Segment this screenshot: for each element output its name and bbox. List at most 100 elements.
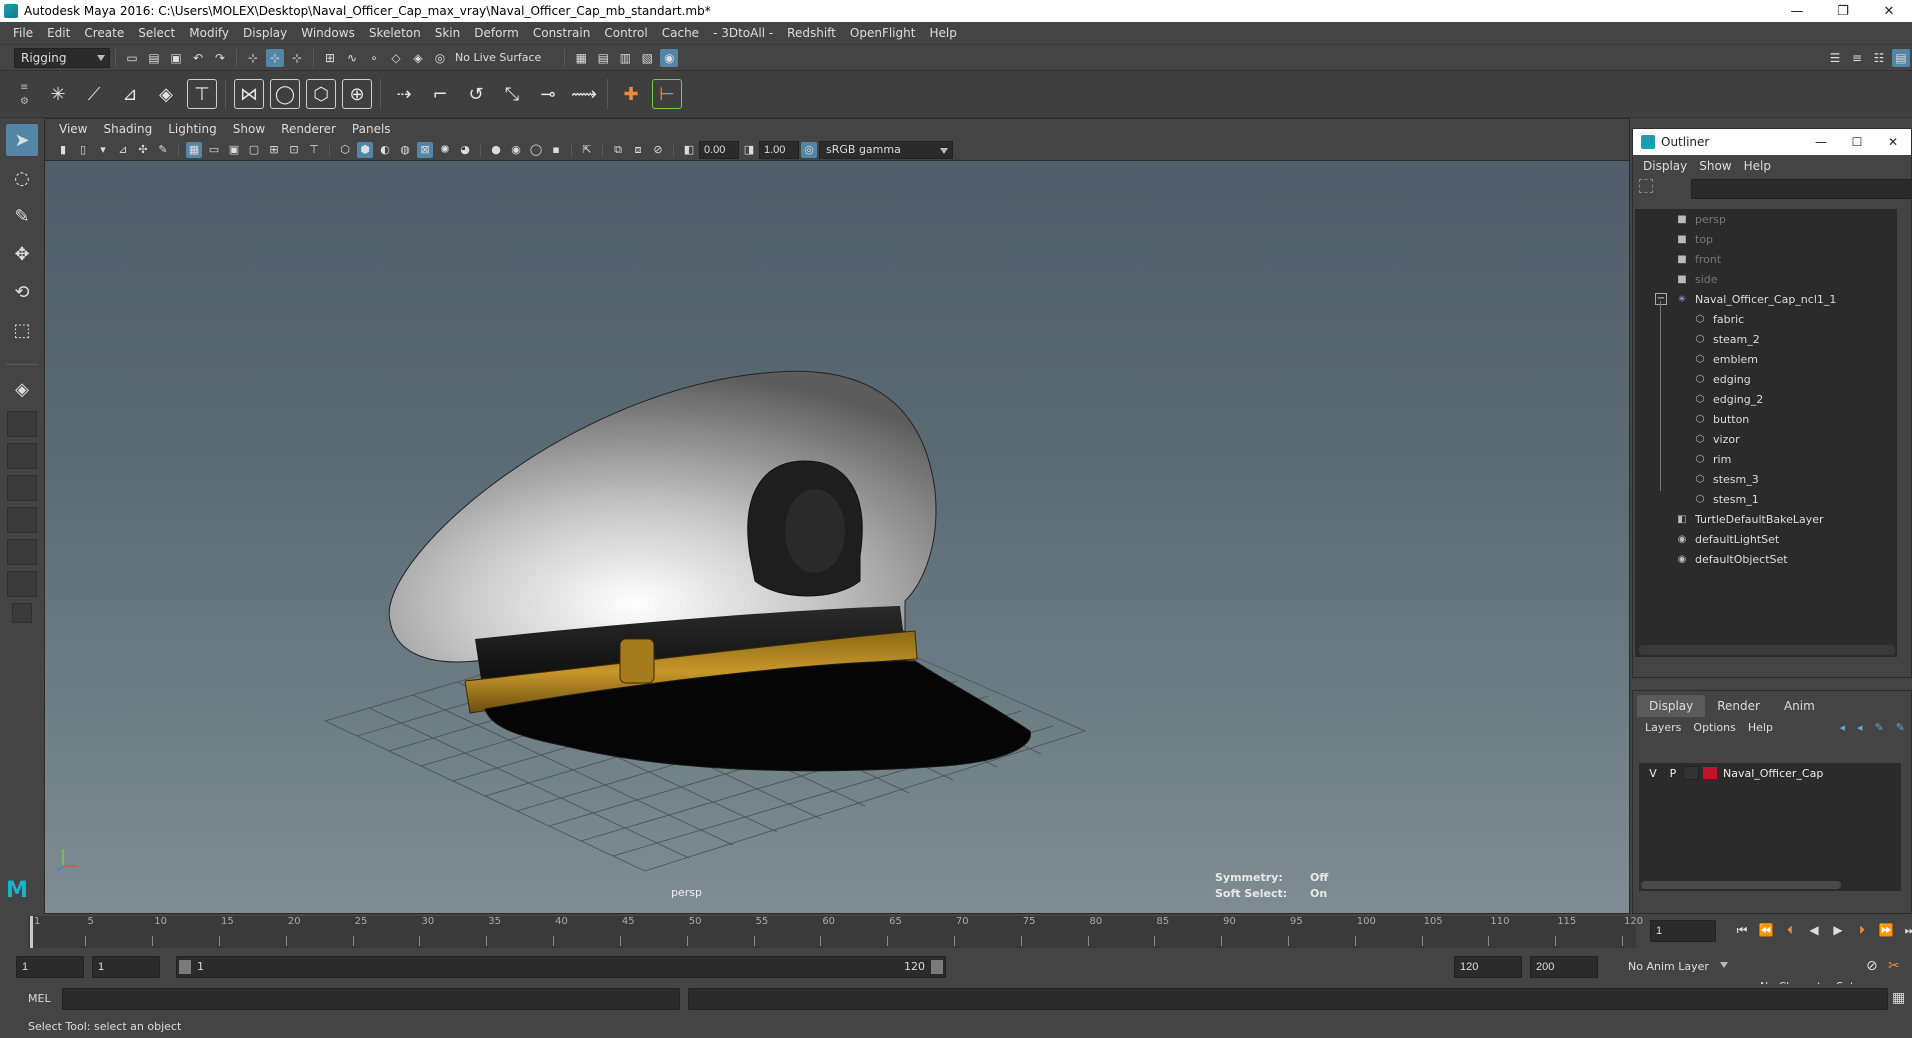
move-layer-down-icon[interactable]: ◂: [1851, 721, 1869, 734]
ipr-render-icon[interactable]: ▥: [616, 49, 634, 67]
point-constraint-icon[interactable]: ⌐: [425, 79, 455, 109]
orient-constraint-icon[interactable]: ↺: [461, 79, 491, 109]
outliner-item-edging[interactable]: ⬡ edging: [1635, 369, 1897, 389]
bind-skin-icon[interactable]: ⋈: [234, 79, 264, 109]
use-all-lights-icon[interactable]: ⊠: [417, 141, 433, 158]
interactive-bind-icon[interactable]: ⬡: [306, 79, 336, 109]
gate-mask-icon[interactable]: ▢: [246, 142, 262, 158]
cluster-icon[interactable]: ⊤: [187, 79, 217, 109]
image-plane-icon[interactable]: ⊿: [115, 142, 131, 158]
go-to-start-icon[interactable]: ⏮: [1732, 920, 1752, 940]
isolate-select-icon[interactable]: ▪: [548, 142, 564, 158]
outliner-item-rim[interactable]: ⬡ rim: [1635, 449, 1897, 469]
shadows-icon[interactable]: ✺: [437, 142, 453, 158]
select-tool-icon[interactable]: ➤: [6, 124, 38, 156]
snap-point-icon[interactable]: ∘: [365, 49, 383, 67]
parent-constraint-icon[interactable]: ⇢: [389, 79, 419, 109]
smooth-shade-icon[interactable]: ⬢: [357, 141, 373, 158]
collapse-icon[interactable]: −: [1655, 293, 1667, 305]
persp-outliner-layout-icon[interactable]: [7, 443, 37, 469]
shelf-options-icon[interactable]: ≡ ⚙: [20, 81, 32, 109]
menu-skin[interactable]: Skin: [428, 26, 468, 40]
menu-cache[interactable]: Cache: [655, 26, 706, 40]
go-to-end-icon[interactable]: ⏭: [1900, 920, 1912, 940]
outliner-item-default-light-set[interactable]: ◉ defaultLightSet: [1635, 529, 1897, 549]
auto-key-icon[interactable]: ⊘: [1866, 958, 1878, 974]
vp-menu-renderer[interactable]: Renderer: [273, 122, 344, 136]
graph-editor-layout-icon[interactable]: [7, 539, 37, 565]
snap-curve-icon[interactable]: ∿: [343, 49, 361, 67]
menu-display[interactable]: Display: [236, 26, 294, 40]
aim-constraint-icon[interactable]: ⊸: [533, 79, 563, 109]
four-view-layout-icon[interactable]: [7, 411, 37, 437]
grid-icon[interactable]: ▦: [186, 141, 202, 158]
ik-handle-icon[interactable]: ⟋: [79, 79, 109, 109]
outliner-menu-show[interactable]: Show: [1693, 159, 1737, 173]
time-ruler[interactable]: 1 5 10 15 20 25 30 35 40 45 50 55 60 65 70 75 80 85 90 95 10…: [28, 916, 1643, 948]
script-editor-icon[interactable]: ▦: [1892, 990, 1905, 1006]
gamma-icon[interactable]: ◨: [741, 142, 757, 158]
menu-constrain[interactable]: Constrain: [526, 26, 598, 40]
persp-graph-layout-icon[interactable]: [7, 475, 37, 501]
depth-of-field-icon[interactable]: ◯: [528, 142, 544, 158]
select-object-icon[interactable]: ⊹: [266, 48, 284, 67]
new-layer-icon[interactable]: ✎: [1869, 721, 1890, 734]
vp-menu-shading[interactable]: Shading: [95, 122, 160, 136]
play-backwards-icon[interactable]: ◀: [1804, 920, 1824, 940]
step-back-frame-icon[interactable]: ⏴: [1780, 920, 1800, 940]
outliner-horizontal-scrollbar[interactable]: [1639, 645, 1895, 655]
layer-color-swatch[interactable]: [1703, 767, 1717, 779]
outliner-item-stesm-1[interactable]: ⬡ stesm_1: [1635, 489, 1897, 509]
tab-display[interactable]: Display: [1637, 695, 1706, 717]
lasso-tool-icon[interactable]: ◌: [6, 162, 38, 194]
outliner-item-side[interactable]: ■ side: [1635, 269, 1897, 289]
outliner-item-group[interactable]: − ✳ Naval_Officer_Cap_ncl1_1: [1635, 289, 1897, 309]
snap-surface-icon[interactable]: ◈: [409, 49, 427, 67]
new-layer-from-selected-icon[interactable]: ✎: [1890, 721, 1911, 734]
exposure-field[interactable]: [699, 140, 739, 159]
menu-redshift[interactable]: Redshift: [780, 26, 843, 40]
tab-render[interactable]: Render: [1705, 695, 1772, 717]
menu-edit[interactable]: Edit: [40, 26, 77, 40]
move-tool-icon[interactable]: ✥: [6, 238, 38, 270]
menu-openflight[interactable]: OpenFlight: [843, 26, 923, 40]
menu-skeleton[interactable]: Skeleton: [362, 26, 428, 40]
color-space-dropdown[interactable]: sRGB gamma: [819, 140, 953, 159]
outliner-close-button[interactable]: ✕: [1875, 135, 1911, 149]
bookmark-icon[interactable]: ▾: [95, 142, 111, 158]
new-scene-icon[interactable]: ▭: [123, 49, 141, 67]
ambient-occlusion-icon[interactable]: ◕: [457, 142, 473, 158]
3d-scene[interactable]: persp Symmetry: Off Soft Select: On: [45, 161, 1629, 913]
animation-prefs-icon[interactable]: ✂: [1888, 958, 1900, 974]
scene-end-field[interactable]: [1530, 956, 1598, 978]
outliner-item-edging-2[interactable]: ⬡ edging_2: [1635, 389, 1897, 409]
outliner-filter-icon[interactable]: [1639, 179, 1653, 193]
layer-display-type[interactable]: [1683, 766, 1699, 780]
save-scene-icon[interactable]: ▣: [167, 49, 185, 67]
paint-select-icon[interactable]: ✎: [6, 200, 38, 232]
ik-fk-switch-icon[interactable]: ⊢: [652, 79, 682, 109]
command-input[interactable]: [62, 988, 680, 1010]
layer-horizontal-scrollbar[interactable]: [1641, 881, 1841, 889]
wireframe-on-shaded-icon[interactable]: ◐: [377, 142, 393, 158]
undo-icon[interactable]: ↶: [189, 49, 207, 67]
move-layer-up-icon[interactable]: ◂: [1834, 721, 1852, 734]
menu-windows[interactable]: Windows: [294, 26, 362, 40]
outliner-minimize-button[interactable]: —: [1803, 135, 1839, 149]
exposure-icon[interactable]: ◧: [681, 142, 697, 158]
menu-modify[interactable]: Modify: [182, 26, 236, 40]
safe-action-icon[interactable]: ⊡: [286, 142, 302, 158]
paint-weights-icon[interactable]: ⊕: [342, 79, 372, 109]
menu-3dtoall[interactable]: - 3DtoAll -: [706, 26, 780, 40]
scene-start-field[interactable]: [16, 956, 84, 978]
xray-joints-icon[interactable]: ⧉: [610, 142, 626, 158]
render-settings-icon[interactable]: ▧: [638, 49, 656, 67]
outliner-item-fabric[interactable]: ⬡ fabric: [1635, 309, 1897, 329]
vp-menu-view[interactable]: View: [51, 122, 95, 136]
playback-end-field[interactable]: [1454, 956, 1522, 978]
layer-menu-options[interactable]: Options: [1687, 721, 1741, 734]
wireframe-icon[interactable]: ⬡: [337, 142, 353, 158]
xray-active-icon[interactable]: ⧈: [630, 142, 646, 158]
camera-select-icon[interactable]: ▮: [55, 142, 71, 158]
vp-menu-lighting[interactable]: Lighting: [160, 122, 225, 136]
